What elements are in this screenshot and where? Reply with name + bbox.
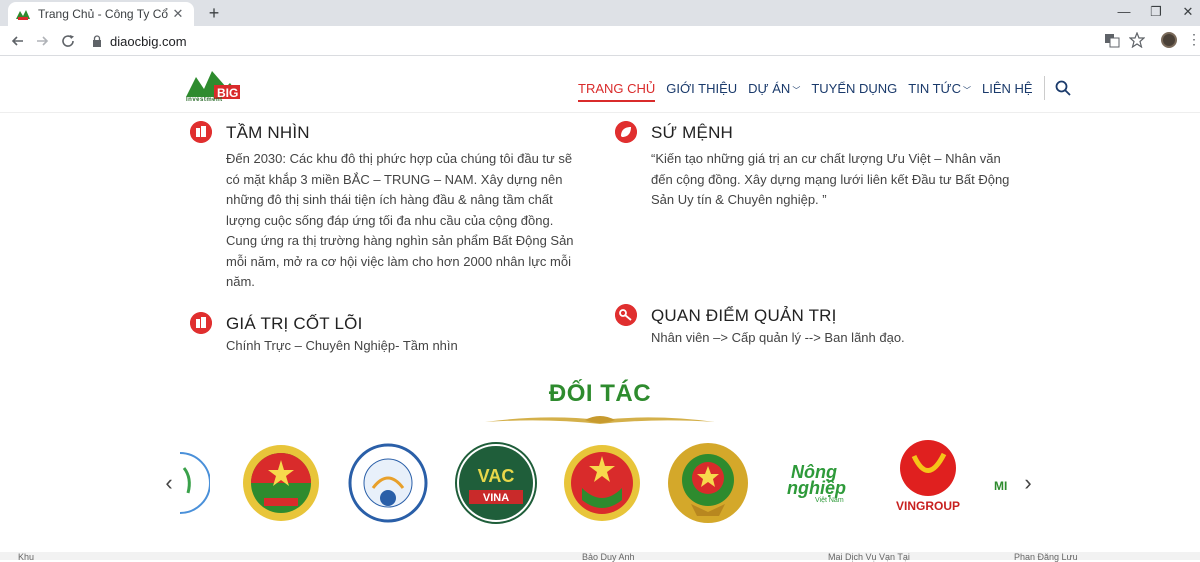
core-values-section: GIÁ TRỊ CỐT LÕI Chính Trực – Chuyên Nghi… <box>190 312 590 362</box>
site-header: BIG Investment TRANG CHỦ GIỚI THIỆU DỰ Á… <box>0 57 1200 113</box>
nav-contact[interactable]: LIÊN HỆ <box>982 81 1033 96</box>
browser-tab[interactable]: Trang Chủ - Công Ty Cổ Phần Tậ ✕ <box>8 2 194 26</box>
partner-logo-farmers-union[interactable] <box>236 438 326 528</box>
partner-logo-partial-right[interactable]: MI <box>994 438 1018 528</box>
partner-logo-cooperative-alliance[interactable] <box>343 438 433 528</box>
management-section: QUAN ĐIỂM QUẢN TRỊ Nhân viên –> Cấp quản… <box>615 304 1025 354</box>
nav-divider <box>1043 76 1045 100</box>
map-label-d: Phan Đăng Lưu <box>1014 552 1078 562</box>
partial-logo-text: MI <box>994 479 1007 493</box>
logo-subtitle: Investment <box>186 97 223 103</box>
chevron-down-icon: ﹀ <box>963 85 972 95</box>
vingroup-text: VINGROUP <box>896 499 960 513</box>
url-text: diaocbig.com <box>110 33 187 49</box>
nav-news-label: TIN TỨC <box>908 80 962 96</box>
mission-text: “Kiến tạo những giá trị an cư chất lượng… <box>651 151 1010 207</box>
nav-projects[interactable]: DỰ ÁN ﹀ <box>748 81 800 96</box>
vision-title: TẦM NHÌN <box>226 123 310 142</box>
chevron-down-icon: ﹀ <box>792 85 801 95</box>
core-values-title: GIÁ TRỊ CỐT LÕI <box>226 314 363 333</box>
partner-logo-vingroup[interactable]: VINGROUP <box>884 438 974 528</box>
map-label-a: Khu <box>18 552 35 562</box>
core-values-text: Chính Trực – Chuyên Nghiệp- Tầm nhìn <box>226 338 458 353</box>
partner-logo-division-emblem[interactable] <box>557 438 647 528</box>
profile-avatar[interactable] <box>1161 32 1177 48</box>
map-label-b: Bảo Duy Anh <box>582 552 635 562</box>
address-bar[interactable]: diaocbig.com <box>84 29 1154 53</box>
nav-projects-label: DỰ ÁN <box>748 80 791 96</box>
partner-logo-partial-left[interactable] <box>180 438 210 528</box>
tab-close-icon[interactable]: ✕ <box>170 6 186 22</box>
window-restore-button[interactable]: ❐ <box>1146 4 1166 20</box>
mission-section: SỨ MỆNH “Kiến tạo những giá trị an cư ch… <box>615 121 1025 221</box>
leaf-icon <box>615 121 637 143</box>
back-arrow-icon[interactable] <box>8 31 28 51</box>
partner-logo-nong-nghiep[interactable]: Nông nghiệp Việt Nam <box>783 438 863 528</box>
mission-title: SỨ MỆNH <box>651 123 734 142</box>
browser-tab-strip: Trang Chủ - Công Ty Cổ Phần Tậ ✕ + — ❐ ✕ <box>0 0 1200 26</box>
reload-icon[interactable] <box>58 31 78 51</box>
tab-title: Trang Chủ - Công Ty Cổ Phần Tậ <box>38 7 170 21</box>
nav-about[interactable]: GIỚI THIỆU <box>666 81 737 96</box>
site-favicon-icon <box>16 10 30 20</box>
vac-text: VAC <box>478 466 515 486</box>
new-tab-button[interactable]: + <box>204 3 224 23</box>
window-minimize-button[interactable]: — <box>1114 4 1134 19</box>
vision-text: Đến 2030: Các khu đô thị phức hợp của ch… <box>226 151 574 289</box>
vina-text: VINA <box>483 492 509 504</box>
building-icon <box>190 121 212 143</box>
partner-logo-vac-vina[interactable]: VAC VINA <box>451 438 541 528</box>
window-close-button[interactable]: ✕ <box>1178 4 1198 20</box>
key-icon <box>615 304 637 326</box>
partner-logo-police-emblem[interactable] <box>663 438 753 528</box>
map-label-c: Mai Dịch Vụ Vạn Tại <box>828 552 910 562</box>
nav-news[interactable]: TIN TỨC ﹀ <box>908 81 971 96</box>
browser-menu-icon[interactable]: ⋮ <box>1187 31 1200 48</box>
forward-arrow-icon[interactable] <box>32 31 52 51</box>
bookmark-star-icon[interactable] <box>1129 32 1145 48</box>
nav-home[interactable]: TRANG CHỦ <box>578 81 656 102</box>
search-icon[interactable] <box>1055 80 1071 96</box>
browser-toolbar: diaocbig.com <box>0 26 1200 56</box>
vision-section: TẦM NHÌN Đến 2030: Các khu đô thị phức h… <box>190 121 590 291</box>
vietnam-text: Việt Nam <box>815 497 844 504</box>
translate-icon[interactable] <box>1104 32 1120 48</box>
gold-ornament-divider <box>485 416 715 424</box>
nghiep-text: nghiệp <box>787 478 846 498</box>
management-text: Nhân viên –> Cấp quản lý --> Ban lãnh đạ… <box>651 330 905 345</box>
building-icon <box>190 312 212 334</box>
management-title: QUAN ĐIỂM QUẢN TRỊ <box>651 306 837 325</box>
partners-title: ĐỐI TÁC <box>548 380 652 407</box>
nav-careers[interactable]: TUYỂN DỤNG <box>811 81 897 96</box>
main-navigation: TRANG CHỦ GIỚI THIỆU DỰ ÁN ﹀ TUYỂN DỤNG T… <box>578 76 1071 102</box>
carousel-next-button[interactable]: › <box>1019 470 1037 496</box>
carousel-prev-button[interactable]: ‹ <box>160 470 178 496</box>
lock-icon <box>93 35 101 47</box>
